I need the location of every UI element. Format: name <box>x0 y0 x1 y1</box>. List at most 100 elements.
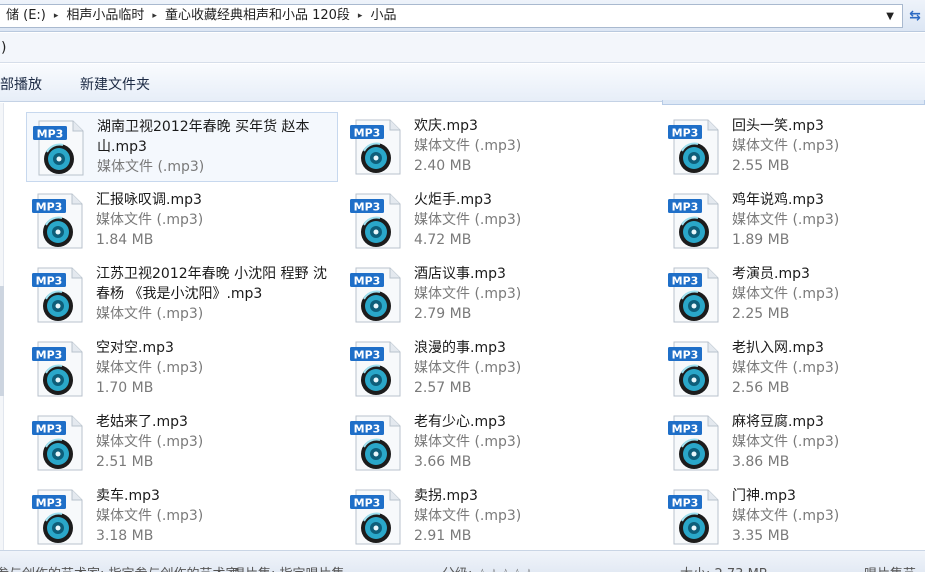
file-name: 卖车.mp3 <box>96 488 160 504</box>
file-item[interactable]: MP3 欢庆.mp3 媒体文件 (.mp3) 2.40 MB <box>344 112 656 182</box>
mp3-file-icon: MP3 <box>32 266 88 324</box>
file-name: 老姑来了.mp3 <box>96 414 188 430</box>
file-type: 媒体文件 (.mp3) <box>96 360 204 376</box>
mp3-badge-label: MP3 <box>36 201 63 214</box>
mp3-badge-label: MP3 <box>37 128 64 141</box>
file-item[interactable]: MP3 汇报咏叹调.mp3 媒体文件 (.mp3) 1.84 MB <box>26 186 338 256</box>
breadcrumb-folder-temp[interactable]: 相声小品临时 <box>60 5 150 27</box>
breadcrumb[interactable]: 储 (E:) ▸ 相声小品临时 ▸ 童心收藏经典相声和小品 120段 ▸ 小品 … <box>0 4 903 28</box>
detail-album[interactable]: 唱片集: 指定唱片集 <box>232 563 345 572</box>
file-size: 3.86 MB <box>732 454 790 470</box>
file-type: 媒体文件 (.mp3) <box>96 212 204 228</box>
detail-contributing-artists[interactable]: 参与创作的艺术家: 指定参与创作的艺术家 <box>0 563 239 572</box>
mp3-file-icon: MP3 <box>350 118 406 176</box>
breadcrumb-folder-collection[interactable]: 童心收藏经典相声和小品 120段 <box>159 5 356 27</box>
file-type: 媒体文件 (.mp3) <box>414 360 522 376</box>
mp3-badge-label: MP3 <box>36 349 63 362</box>
command-toolbar: 部播放 新建文件夹 <box>0 64 925 102</box>
menu-item-partial[interactable]: ) <box>1 40 6 56</box>
file-item[interactable]: MP3 老扒入网.mp3 媒体文件 (.mp3) 2.56 MB <box>662 334 925 404</box>
file-size: 2.56 MB <box>732 380 790 396</box>
file-name: 考演员.mp3 <box>732 266 810 282</box>
mp3-file-icon: MP3 <box>668 414 724 472</box>
file-type: 媒体文件 (.mp3) <box>414 508 522 524</box>
file-size: 2.40 MB <box>414 158 472 174</box>
file-item[interactable]: MP3 老姑来了.mp3 媒体文件 (.mp3) 2.51 MB <box>26 408 338 478</box>
mp3-badge-label: MP3 <box>672 201 699 214</box>
file-item[interactable]: MP3 卖车.mp3 媒体文件 (.mp3) 3.18 MB <box>26 482 338 552</box>
file-item[interactable]: MP3 酒店议事.mp3 媒体文件 (.mp3) 2.79 MB <box>344 260 656 330</box>
file-size: 1.89 MB <box>732 232 790 248</box>
mp3-file-icon: MP3 <box>32 488 88 546</box>
breadcrumb-drive[interactable]: 储 (E:) <box>0 5 52 27</box>
file-name: 麻将豆腐.mp3 <box>732 414 824 430</box>
file-name: 回头一笑.mp3 <box>732 118 824 134</box>
file-name: 欢庆.mp3 <box>414 118 478 134</box>
file-type: 媒体文件 (.mp3) <box>414 212 522 228</box>
file-item[interactable]: MP3 空对空.mp3 媒体文件 (.mp3) 1.70 MB <box>26 334 338 404</box>
file-name: 空对空.mp3 <box>96 340 174 356</box>
navigation-scrollbar-thumb[interactable] <box>0 286 4 396</box>
file-type: 媒体文件 (.mp3) <box>96 508 204 524</box>
new-folder-button[interactable]: 新建文件夹 <box>80 74 150 94</box>
file-size: 2.55 MB <box>732 158 790 174</box>
mp3-badge-label: MP3 <box>672 127 699 140</box>
file-type: 媒体文件 (.mp3) <box>732 360 840 376</box>
file-name: 门神.mp3 <box>732 488 796 504</box>
file-item[interactable]: MP3 老有少心.mp3 媒体文件 (.mp3) 3.66 MB <box>344 408 656 478</box>
file-size: 2.51 MB <box>96 454 154 470</box>
mp3-badge-label: MP3 <box>354 201 381 214</box>
mp3-badge-label: MP3 <box>36 497 63 510</box>
file-item[interactable]: MP3 浪漫的事.mp3 媒体文件 (.mp3) 2.57 MB <box>344 334 656 404</box>
mp3-badge-label: MP3 <box>354 127 381 140</box>
refresh-icon[interactable]: ⇆ <box>905 5 925 27</box>
file-item[interactable]: MP3 麻将豆腐.mp3 媒体文件 (.mp3) 3.86 MB <box>662 408 925 478</box>
file-name: 卖拐.mp3 <box>414 488 478 504</box>
file-size: 2.79 MB <box>414 306 472 322</box>
mp3-badge-label: MP3 <box>354 349 381 362</box>
details-pane: 参与创作的艺术家: 指定参与创作的艺术家 唱片集: 指定唱片集 分级: ☆☆☆☆… <box>0 550 925 572</box>
menu-bar: ) <box>0 33 925 63</box>
file-size: 3.35 MB <box>732 528 790 544</box>
file-type: 媒体文件 (.mp3) <box>414 138 522 154</box>
file-type: 媒体文件 (.mp3) <box>732 138 840 154</box>
file-name: 酒店议事.mp3 <box>414 266 506 282</box>
file-size: 4.72 MB <box>414 232 472 248</box>
file-list-pane: MP3 湖南卫视2012年春晚 买年货 赵本山.mp3 媒体文件 (.mp3) MP3… <box>0 100 925 552</box>
mp3-badge-label: MP3 <box>672 275 699 288</box>
file-type: 媒体文件 (.mp3) <box>732 434 840 450</box>
breadcrumb-separator-icon[interactable]: ▸ <box>52 11 61 21</box>
mp3-file-icon: MP3 <box>668 118 724 176</box>
file-item[interactable]: MP3 门神.mp3 媒体文件 (.mp3) 3.35 MB <box>662 482 925 552</box>
file-item[interactable]: MP3 鸡年说鸡.mp3 媒体文件 (.mp3) 1.89 MB <box>662 186 925 256</box>
mp3-file-icon: MP3 <box>350 488 406 546</box>
file-item[interactable]: MP3 回头一笑.mp3 媒体文件 (.mp3) 2.55 MB <box>662 112 925 182</box>
file-item[interactable]: MP3 江苏卫视2012年春晚 小沈阳 程野 沈春杨 《我是小沈阳》.mp3 媒体文… <box>26 260 338 330</box>
file-type: 媒体文件 (.mp3) <box>97 159 205 175</box>
mp3-file-icon: MP3 <box>350 414 406 472</box>
chevron-down-icon[interactable]: ▼ <box>886 11 894 22</box>
file-item[interactable]: MP3 考演员.mp3 媒体文件 (.mp3) 2.25 MB <box>662 260 925 330</box>
address-bar: 储 (E:) ▸ 相声小品临时 ▸ 童心收藏经典相声和小品 120段 ▸ 小品 … <box>0 0 925 32</box>
play-all-button[interactable]: 部播放 <box>0 74 42 94</box>
breadcrumb-separator-icon[interactable]: ▸ <box>150 11 159 21</box>
file-type: 媒体文件 (.mp3) <box>414 434 522 450</box>
detail-album-artist[interactable]: 唱片集艺 <box>864 563 916 572</box>
detail-size: 大小: 2.73 MB <box>680 563 768 572</box>
mp3-file-icon: MP3 <box>32 192 88 250</box>
mp3-badge-label: MP3 <box>354 423 381 436</box>
mp3-file-icon: MP3 <box>33 119 89 177</box>
file-item[interactable]: MP3 湖南卫视2012年春晚 买年货 赵本山.mp3 媒体文件 (.mp3) <box>26 112 338 182</box>
breadcrumb-separator-icon[interactable]: ▸ <box>356 11 365 21</box>
file-type: 媒体文件 (.mp3) <box>414 286 522 302</box>
detail-rating[interactable]: 分级: ☆☆☆☆☆ <box>442 563 535 572</box>
file-type: 媒体文件 (.mp3) <box>96 434 204 450</box>
file-type: 媒体文件 (.mp3) <box>732 286 840 302</box>
mp3-badge-label: MP3 <box>672 497 699 510</box>
file-item[interactable]: MP3 卖拐.mp3 媒体文件 (.mp3) 2.91 MB <box>344 482 656 552</box>
mp3-badge-label: MP3 <box>36 275 63 288</box>
file-name: 老扒入网.mp3 <box>732 340 824 356</box>
file-type: 媒体文件 (.mp3) <box>732 508 840 524</box>
file-item[interactable]: MP3 火炬手.mp3 媒体文件 (.mp3) 4.72 MB <box>344 186 656 256</box>
breadcrumb-folder-current[interactable]: 小品 <box>364 5 402 27</box>
